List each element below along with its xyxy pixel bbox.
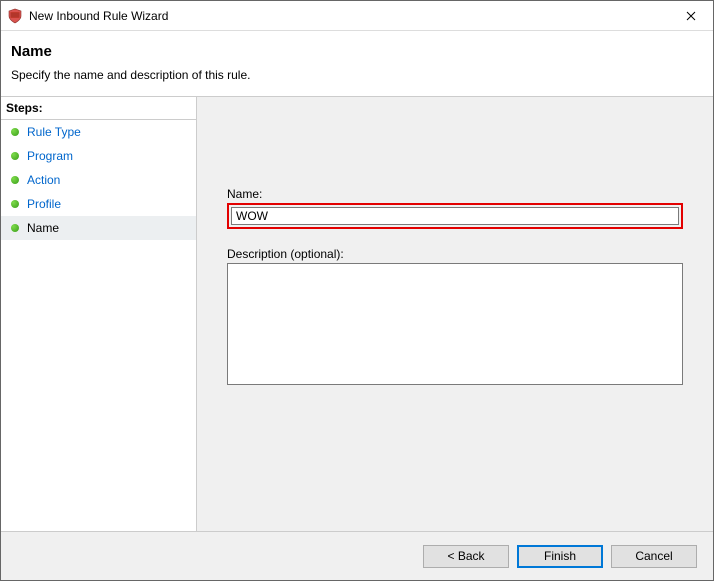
name-label: Name: — [227, 187, 683, 201]
page-subtitle: Specify the name and description of this… — [11, 68, 703, 82]
step-rule-type[interactable]: Rule Type — [1, 120, 196, 144]
footer: < Back Finish Cancel — [1, 532, 713, 580]
step-name[interactable]: Name — [1, 216, 196, 240]
name-highlight — [227, 203, 683, 229]
finish-button[interactable]: Finish — [517, 545, 603, 568]
back-button[interactable]: < Back — [423, 545, 509, 568]
name-input[interactable] — [231, 207, 679, 225]
wizard-window: New Inbound Rule Wizard Name Specify the… — [0, 0, 714, 581]
description-label: Description (optional): — [227, 247, 683, 261]
window-title: New Inbound Rule Wizard — [29, 9, 668, 23]
step-label: Program — [27, 149, 73, 163]
description-input[interactable] — [227, 263, 683, 385]
step-label: Name — [27, 221, 59, 235]
steps-sidebar: Steps: Rule Type Program Action Profile … — [1, 97, 197, 531]
firewall-icon — [7, 8, 23, 24]
step-program[interactable]: Program — [1, 144, 196, 168]
step-bullet-icon — [11, 128, 19, 136]
step-profile[interactable]: Profile — [1, 192, 196, 216]
step-label: Action — [27, 173, 60, 187]
body: Steps: Rule Type Program Action Profile … — [1, 97, 713, 532]
step-label: Rule Type — [27, 125, 81, 139]
step-bullet-icon — [11, 176, 19, 184]
step-action[interactable]: Action — [1, 168, 196, 192]
header: Name Specify the name and description of… — [1, 31, 713, 97]
close-button[interactable] — [668, 1, 713, 30]
content-pane: Name: Description (optional): — [197, 97, 713, 531]
step-label: Profile — [27, 197, 61, 211]
steps-header: Steps: — [1, 97, 196, 120]
step-bullet-icon — [11, 200, 19, 208]
page-title: Name — [11, 43, 703, 60]
step-bullet-icon — [11, 224, 19, 232]
titlebar: New Inbound Rule Wizard — [1, 1, 713, 31]
cancel-button[interactable]: Cancel — [611, 545, 697, 568]
step-bullet-icon — [11, 152, 19, 160]
